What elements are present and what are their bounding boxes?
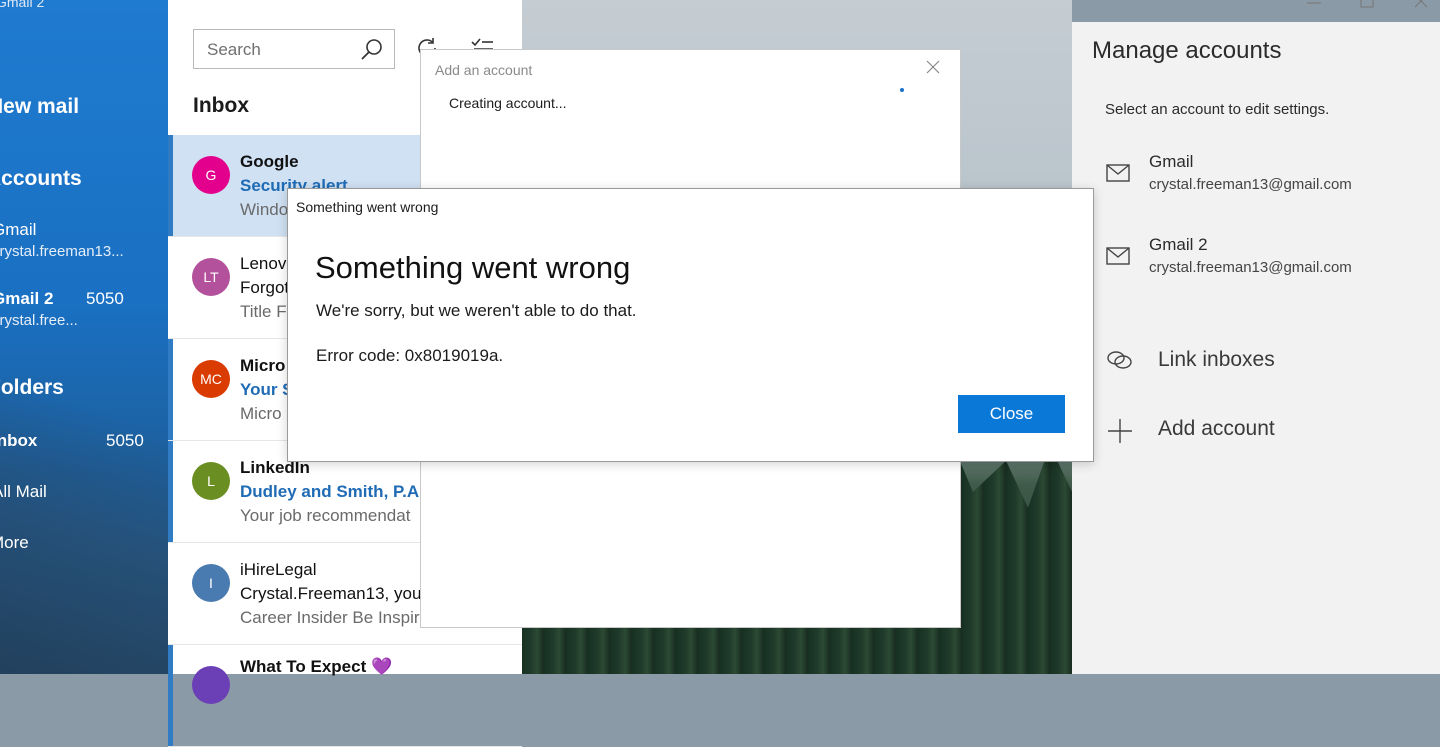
nav-folder-all-mail[interactable]: All Mail bbox=[0, 482, 47, 502]
close-icon[interactable] bbox=[926, 60, 940, 79]
minimize-icon[interactable] bbox=[1306, 0, 1322, 14]
message-subject: Crystal.Freeman13, you bbox=[240, 584, 422, 603]
account-item-gmail-2[interactable]: Gmail 2 crystal.freeman13@gmail.com bbox=[1072, 227, 1440, 291]
new-mail-button[interactable]: New mail bbox=[0, 95, 79, 119]
account-name: Gmail 2 bbox=[1149, 235, 1208, 254]
plus-icon bbox=[1106, 417, 1134, 450]
account-email: crystal.freeman13@gmail.com bbox=[1149, 259, 1352, 276]
manage-accounts-panel: Manage accounts Select an account to edi… bbox=[1072, 22, 1440, 674]
mail-icon bbox=[1106, 164, 1130, 187]
message-preview: Title F bbox=[240, 302, 287, 321]
add-account-label: Add account bbox=[1158, 417, 1275, 440]
nav-account-name: Gmail bbox=[0, 220, 37, 239]
maximize-icon[interactable] bbox=[1360, 0, 1374, 14]
message-row[interactable]: What To Expect 💜 bbox=[168, 645, 522, 747]
message-preview: Career Insider Be Inspir bbox=[240, 608, 420, 627]
nav-account-email: crystal.free... bbox=[0, 312, 78, 329]
message-subject: Forgot bbox=[240, 278, 290, 297]
unread-indicator bbox=[168, 441, 173, 542]
search-box[interactable]: Search bbox=[193, 29, 395, 69]
close-window-icon[interactable] bbox=[1414, 0, 1428, 14]
error-dialog: Something went wrong Something went wron… bbox=[287, 188, 1094, 462]
search-input[interactable]: Search bbox=[207, 40, 261, 60]
account-name: Gmail bbox=[1149, 152, 1194, 171]
message-sender: What To Expect 💜 bbox=[240, 657, 393, 676]
error-dialog-caption: Something went wrong bbox=[296, 199, 439, 215]
add-account-button[interactable]: Add account bbox=[1072, 407, 1440, 451]
account-email: crystal.freeman13@gmail.com bbox=[1149, 176, 1352, 193]
avatar: LT bbox=[192, 258, 230, 296]
link-inboxes-label: Link inboxes bbox=[1158, 348, 1275, 371]
nav-account-name: Gmail 2 bbox=[0, 289, 54, 308]
avatar: I bbox=[192, 564, 230, 602]
app-title: Gmail 2 bbox=[0, 0, 45, 10]
avatar: MC bbox=[192, 360, 230, 398]
unread-indicator bbox=[168, 339, 173, 440]
creating-account-status: Creating account... bbox=[449, 95, 567, 111]
message-preview: Micro bbox=[240, 404, 282, 423]
message-subject: Dudley and Smith, P.A. bbox=[240, 482, 424, 501]
inbox-title: Inbox bbox=[193, 94, 249, 117]
error-message: We're sorry, but we weren't able to do t… bbox=[316, 301, 637, 320]
manage-accounts-subtitle: Select an account to edit settings. bbox=[1105, 101, 1330, 118]
progress-indicator-icon bbox=[900, 88, 904, 92]
message-subject: Your S bbox=[240, 380, 294, 399]
accounts-header[interactable]: Accounts bbox=[0, 167, 82, 191]
error-heading: Something went wrong bbox=[315, 250, 631, 285]
navigation-pane: Gmail 2 New mail Accounts Gmail crystal.… bbox=[0, 0, 168, 674]
nav-folder-name: Inbox bbox=[0, 431, 38, 450]
add-account-dialog-title: Add an account bbox=[435, 62, 533, 78]
link-inboxes-button[interactable]: Link inboxes bbox=[1072, 338, 1440, 382]
avatar: L bbox=[192, 462, 230, 500]
nav-account-count: 5050 bbox=[86, 289, 124, 308]
unread-indicator bbox=[168, 645, 173, 746]
nav-folder-count: 5050 bbox=[106, 431, 144, 450]
mail-icon bbox=[1106, 247, 1130, 270]
unread-indicator bbox=[168, 135, 173, 236]
link-icon bbox=[1106, 348, 1134, 377]
search-icon[interactable] bbox=[360, 37, 384, 66]
nav-account-email: crystal.freeman13... bbox=[0, 243, 124, 260]
folders-header[interactable]: Folders bbox=[0, 376, 64, 400]
error-code: Error code: 0x8019019a. bbox=[316, 346, 504, 365]
message-sender: Google bbox=[240, 152, 299, 171]
manage-accounts-title: Manage accounts bbox=[1092, 37, 1282, 64]
message-preview: Your job recommendat bbox=[240, 506, 411, 525]
message-sender: iHireLegal bbox=[240, 560, 317, 579]
close-button[interactable]: Close bbox=[958, 395, 1065, 433]
message-sender: Micro bbox=[240, 356, 286, 375]
avatar bbox=[192, 666, 230, 704]
account-item-gmail[interactable]: Gmail crystal.freeman13@gmail.com bbox=[1072, 144, 1440, 208]
avatar: G bbox=[192, 156, 230, 194]
nav-folder-more[interactable]: More bbox=[0, 533, 29, 553]
